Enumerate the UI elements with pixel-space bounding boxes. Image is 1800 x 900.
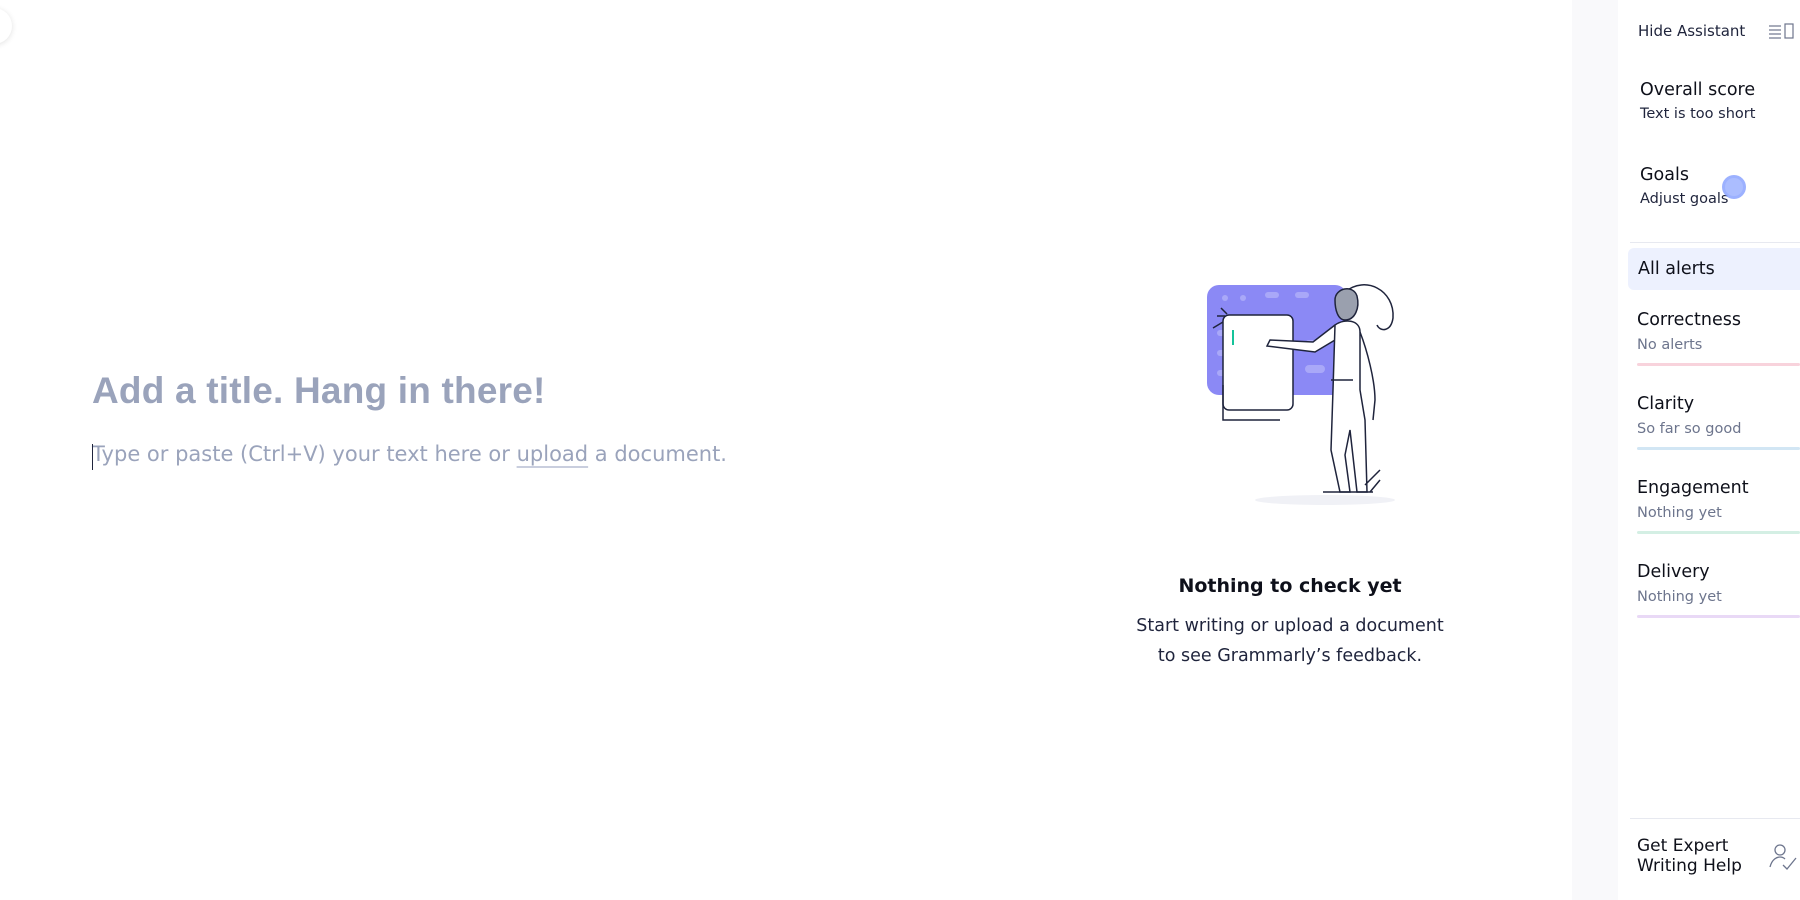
back-button[interactable] — [0, 8, 12, 44]
category-bar — [1637, 615, 1800, 618]
category-bar — [1637, 531, 1800, 534]
assistant-panel: Hide Assistant Overall score Text is too… — [1618, 0, 1800, 900]
hide-assistant-button[interactable]: Hide Assistant — [1638, 22, 1745, 40]
category-title: Correctness — [1637, 310, 1741, 330]
body-input[interactable]: Type or paste (Ctrl+V) your text here or… — [92, 442, 992, 470]
expert-hand-icon — [1769, 844, 1797, 870]
title-input[interactable]: Add a title. Hang in there! — [92, 370, 992, 412]
empty-state: Nothing to check yet Start writing or up… — [1105, 270, 1475, 671]
body-placeholder-prefix: Type or paste (Ctrl+V) your text here or — [92, 442, 517, 466]
goals-title: Goals — [1640, 165, 1689, 185]
category-clarity[interactable]: Clarity So far so good — [1637, 394, 1800, 450]
goals-indicator — [1722, 175, 1746, 199]
hide-assistant-row: Hide Assistant — [1638, 22, 1800, 40]
empty-state-text: Start writing or upload a document to se… — [1105, 611, 1475, 671]
category-status: Nothing yet — [1637, 505, 1722, 521]
category-engagement[interactable]: Engagement Nothing yet — [1637, 478, 1800, 534]
empty-state-line-2: to see Grammarly’s feedback. — [1157, 646, 1423, 666]
upload-link[interactable]: upload — [517, 442, 589, 466]
category-status: So far so good — [1637, 421, 1742, 437]
expert-help-line-2: Writing Help — [1637, 856, 1742, 876]
category-bar — [1637, 363, 1800, 366]
divider — [1630, 242, 1800, 243]
overall-score-title: Overall score — [1640, 80, 1756, 100]
woman-pointing-illustration — [1207, 284, 1395, 505]
expert-help-label: Get Expert Writing Help — [1637, 836, 1757, 876]
category-title: Clarity — [1637, 394, 1695, 414]
category-title: Delivery — [1637, 562, 1710, 582]
layout-toggle-icon[interactable] — [1767, 22, 1797, 40]
overall-score-status: Text is too short — [1640, 106, 1756, 122]
expert-help-line-1: Get Expert — [1637, 836, 1729, 856]
panel-divider — [1572, 0, 1618, 900]
category-title: Engagement — [1637, 478, 1749, 498]
text-caret — [92, 444, 93, 470]
divider — [1630, 818, 1800, 819]
category-correctness[interactable]: Correctness No alerts — [1637, 310, 1800, 366]
category-delivery[interactable]: Delivery Nothing yet — [1637, 562, 1800, 618]
empty-state-line-1: Start writing or upload a document — [1136, 616, 1444, 636]
empty-state-title: Nothing to check yet — [1178, 575, 1402, 597]
overall-score[interactable]: Overall score Text is too short — [1640, 80, 1755, 122]
category-status: No alerts — [1637, 337, 1703, 353]
category-bar — [1637, 447, 1800, 450]
editor-area[interactable]: Add a title. Hang in there! Type or past… — [92, 370, 992, 470]
body-placeholder-suffix: a document. — [588, 442, 727, 466]
goals[interactable]: Goals Adjust goals — [1640, 165, 1746, 207]
adjust-goals-link[interactable]: Adjust goals — [1640, 191, 1728, 207]
category-status: Nothing yet — [1637, 589, 1722, 605]
expert-writing-help-button[interactable]: Get Expert Writing Help — [1637, 836, 1797, 876]
all-alerts-tab[interactable]: All alerts — [1628, 248, 1800, 290]
all-alerts-label: All alerts — [1638, 259, 1715, 279]
grammarly-editor-page: Add a title. Hang in there! Type or past… — [0, 0, 1800, 900]
